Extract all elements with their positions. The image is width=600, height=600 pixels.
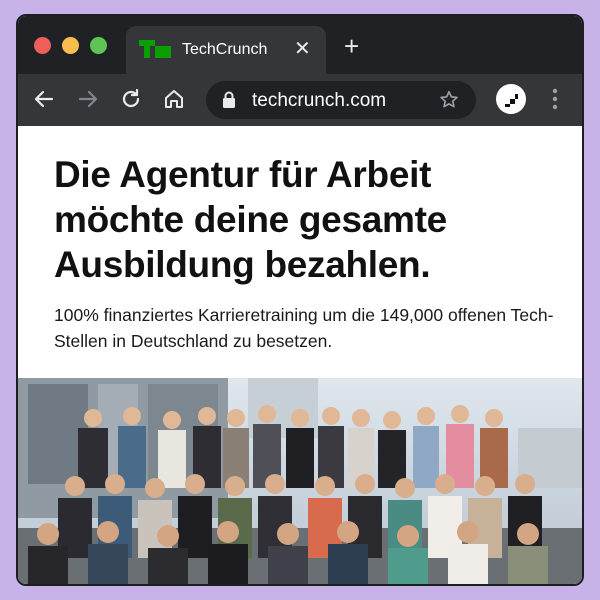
url-text[interactable]: techcrunch.com bbox=[252, 90, 386, 112]
maximize-window-button[interactable] bbox=[90, 37, 107, 54]
arrow-left-icon[interactable] bbox=[32, 87, 56, 111]
lock-icon bbox=[223, 91, 235, 108]
group-photo bbox=[18, 378, 582, 584]
browser-window: TechCrunch ✕ + techcrunch.com Die Agentu… bbox=[16, 14, 584, 586]
tab-title: TechCrunch bbox=[182, 41, 268, 58]
new-tab-button[interactable]: + bbox=[344, 33, 359, 59]
page-content: Die Agentur für Arbeit möchte deine gesa… bbox=[18, 126, 582, 584]
close-window-button[interactable] bbox=[34, 37, 51, 54]
minimize-window-button[interactable] bbox=[62, 37, 79, 54]
arrow-right-icon[interactable] bbox=[76, 87, 100, 111]
star-icon[interactable] bbox=[438, 89, 460, 111]
reload-icon[interactable] bbox=[119, 87, 143, 111]
home-icon[interactable] bbox=[162, 87, 186, 111]
profile-avatar[interactable] bbox=[496, 84, 526, 114]
address-bar[interactable]: techcrunch.com bbox=[206, 81, 476, 119]
ad-headline: Die Agentur für Arbeit möchte deine gesa… bbox=[54, 154, 447, 285]
kebab-menu-icon[interactable] bbox=[552, 88, 558, 110]
tab-close-icon[interactable]: ✕ bbox=[294, 38, 311, 60]
techcrunch-logo-icon bbox=[139, 40, 171, 58]
toolbar: techcrunch.com bbox=[18, 74, 582, 126]
tab-techcrunch[interactable]: TechCrunch ✕ bbox=[126, 26, 326, 74]
profile-logo-icon bbox=[505, 94, 518, 107]
title-bar: TechCrunch ✕ + bbox=[18, 16, 582, 74]
ad-subline: 100% finanziertes Karrieretraining um di… bbox=[54, 305, 554, 351]
